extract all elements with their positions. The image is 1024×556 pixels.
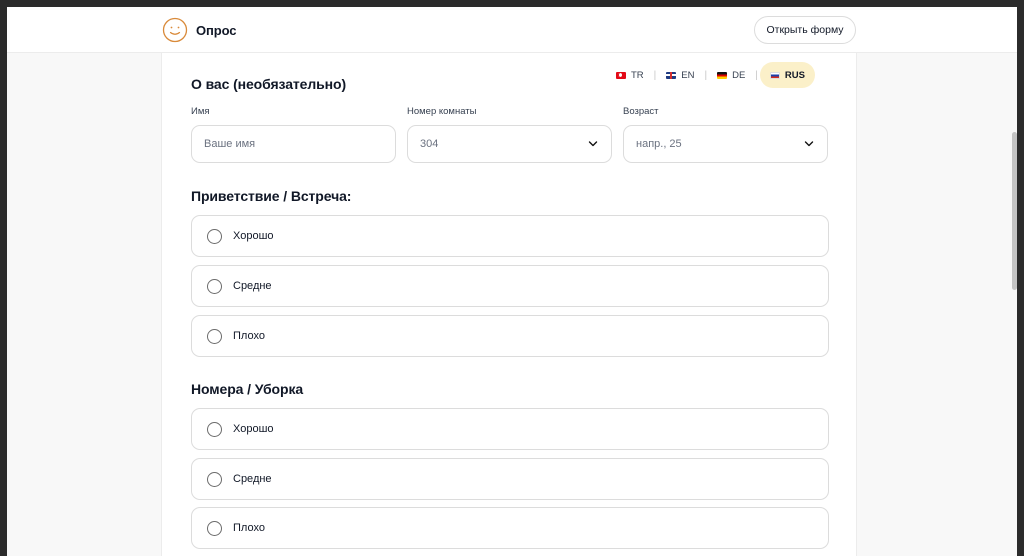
name-input[interactable]: Ваше имя — [191, 125, 396, 163]
age-select-placeholder: напр., 25 — [636, 138, 682, 150]
question-title: Приветствие / Встреча: — [191, 188, 352, 204]
lang-label: EN — [681, 69, 695, 81]
age-label: Возраст — [623, 106, 659, 117]
answer-option[interactable]: Плохо — [191, 315, 829, 357]
chevron-down-icon — [588, 141, 598, 147]
window-frame-top — [0, 0, 1024, 7]
question-title: Номера / Уборка — [191, 381, 304, 397]
answer-label: Хорошо — [233, 423, 274, 435]
brand-title: Опрос — [196, 23, 237, 38]
lang-label: RUS — [784, 69, 805, 81]
lang-label: TR — [631, 69, 644, 81]
language-switcher: TR | EN | DE | RUS — [608, 62, 815, 88]
flag-de-icon — [717, 71, 728, 79]
lang-de[interactable]: DE — [709, 62, 753, 88]
answer-label: Плохо — [233, 522, 265, 534]
radio-button[interactable] — [207, 521, 222, 536]
lang-ru[interactable]: RUS — [759, 62, 815, 88]
answer-option[interactable]: Хорошо — [191, 215, 829, 257]
page-scrollbar[interactable] — [1012, 132, 1017, 290]
window-frame-right — [1017, 0, 1024, 556]
smiley-face-icon — [162, 17, 188, 43]
room-label: Номер комнаты — [407, 106, 477, 117]
answer-option[interactable]: Средне — [191, 458, 829, 500]
radio-button[interactable] — [207, 229, 222, 244]
lang-tr[interactable]: TR — [608, 62, 652, 88]
radio-button[interactable] — [207, 472, 222, 487]
open-form-button[interactable]: Открыть форму — [754, 16, 856, 44]
name-label: Имя — [191, 106, 210, 117]
answer-option[interactable]: Средне — [191, 265, 829, 307]
room-select[interactable]: 304 — [407, 125, 612, 163]
answer-option[interactable]: Плохо — [191, 507, 829, 549]
radio-button[interactable] — [207, 329, 222, 344]
lang-divider: | — [653, 69, 657, 81]
answer-label: Средне — [233, 473, 272, 485]
lang-label: DE — [732, 69, 746, 81]
radio-button[interactable] — [207, 422, 222, 437]
about-section-title: О вас (необязательно) — [191, 76, 347, 92]
flag-en-icon — [666, 71, 677, 79]
top-navbar: Опрос Открыть форму — [7, 7, 1017, 53]
answer-label: Средне — [233, 280, 272, 292]
answer-label: Хорошо — [233, 230, 274, 242]
window-frame-left — [0, 0, 7, 556]
age-select[interactable]: напр., 25 — [623, 125, 828, 163]
lang-en[interactable]: EN — [658, 62, 702, 88]
room-select-value: 304 — [420, 138, 439, 150]
answer-label: Плохо — [233, 330, 265, 342]
survey-card: О вас (необязательно) TR | EN | DE | RUS — [161, 53, 857, 556]
flag-ru-icon — [769, 71, 780, 79]
page-viewport: Опрос Открыть форму О вас (необязательно… — [7, 7, 1017, 556]
answer-option[interactable]: Хорошо — [191, 408, 829, 450]
lang-divider: | — [755, 69, 758, 81]
lang-divider: | — [704, 69, 708, 81]
chevron-down-icon — [804, 141, 814, 147]
flag-tr-icon — [616, 71, 626, 79]
radio-button[interactable] — [207, 279, 222, 294]
